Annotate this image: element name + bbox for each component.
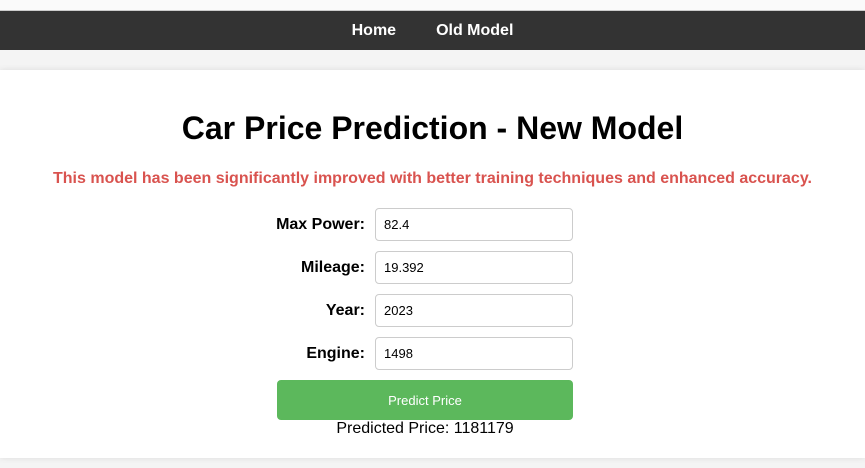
field-mileage: Mileage: (0, 251, 573, 284)
mileage-label: Mileage: (300, 258, 365, 276)
predict-price-button[interactable]: Predict Price (277, 380, 573, 420)
nav-old-model[interactable]: Old Model (436, 22, 513, 40)
field-engine: Engine: (0, 337, 573, 370)
model-notice: This model has been significantly improv… (53, 170, 812, 187)
predicted-price: Predicted Price: 1181179 (336, 420, 514, 437)
navbar: Home Old Model (0, 11, 865, 50)
top-strip (0, 0, 865, 11)
engine-input[interactable] (375, 337, 573, 370)
field-year: Year: (0, 294, 573, 327)
year-label: Year: (325, 301, 365, 319)
field-max-power: Max Power: (0, 208, 573, 241)
mileage-input[interactable] (375, 251, 573, 284)
max-power-label: Max Power: (276, 215, 365, 233)
engine-label: Engine: (306, 344, 365, 362)
max-power-input[interactable] (375, 208, 573, 241)
page-title: Car Price Prediction - New Model (181, 110, 684, 146)
main-container: Car Price Prediction - New Model This mo… (0, 70, 865, 458)
nav-home[interactable]: Home (352, 22, 396, 40)
year-input[interactable] (375, 294, 573, 327)
